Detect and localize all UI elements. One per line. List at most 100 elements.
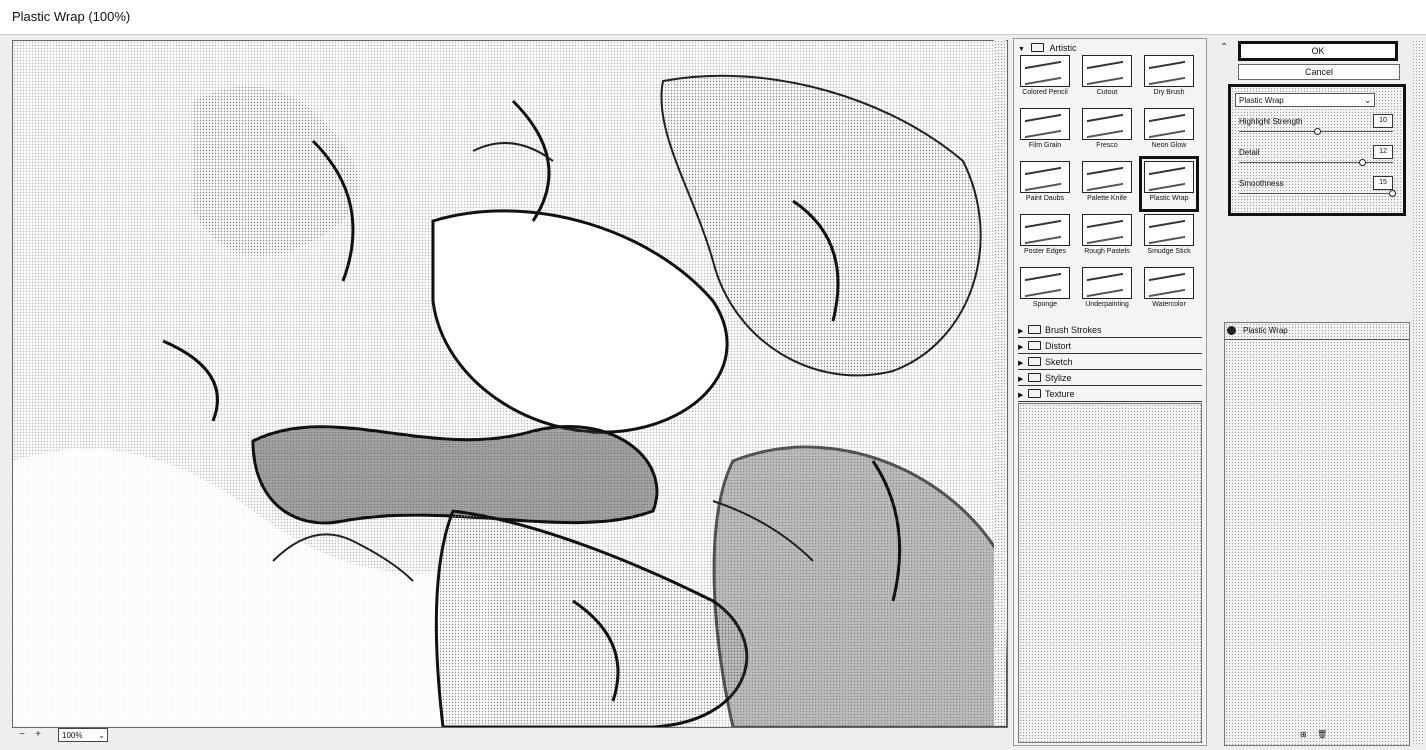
thumbnail-label: Rough Pastels	[1084, 248, 1130, 255]
param-control: Smoothness 15	[1239, 176, 1396, 209]
folder-icon	[1028, 341, 1041, 350]
category-label: Artistic	[1049, 43, 1077, 53]
thumbnail-label: Film Grain	[1028, 142, 1062, 149]
title-bar: Plastic Wrap (100%)	[0, 0, 1426, 35]
collapsed-triangle-icon: ▶	[1018, 344, 1024, 351]
thumbnail-image	[1020, 214, 1070, 246]
thumbnail-label: Poster Edges	[1023, 248, 1067, 255]
thumbnail-label: Palette Knife	[1087, 195, 1127, 202]
layers-footer: ⊞ 🗑	[1300, 730, 1327, 739]
filter-select[interactable]: Plastic Wrap ⌄	[1235, 93, 1375, 107]
category-label: Texture	[1045, 389, 1075, 399]
filter-thumbnail[interactable]: Underpainting	[1082, 267, 1132, 313]
thumbnail-label: Plastic Wrap	[1149, 195, 1189, 202]
category-row[interactable]: ▶ Distort	[1018, 339, 1202, 354]
filter-gallery: ▼ Artistic Colored Pencil Cutout Dry Brush…	[1013, 38, 1207, 746]
filter-thumbnail[interactable]: Neon Glow	[1144, 108, 1194, 154]
zoom-out-button[interactable]: −	[16, 729, 28, 741]
param-label: Detail	[1239, 148, 1260, 157]
zoom-select[interactable]: 100% ⌄	[58, 728, 108, 742]
filter-settings-panel: Plastic Wrap ⌄ Highlight Strength 10 Detai…	[1228, 84, 1406, 216]
folder-icon	[1028, 373, 1041, 382]
gallery-empty-area	[1018, 403, 1202, 743]
layer-name: Plastic Wrap	[1243, 326, 1288, 335]
effect-layer-row[interactable]: Plastic Wrap	[1225, 323, 1409, 340]
param-value-input[interactable]: 15	[1373, 176, 1393, 190]
category-artistic[interactable]: ▼ Artistic	[1018, 41, 1202, 55]
thumbnail-image	[1020, 161, 1070, 193]
category-row[interactable]: ▶ Texture	[1018, 387, 1202, 402]
collapsed-triangle-icon: ▶	[1018, 392, 1024, 399]
filter-thumbnail[interactable]: Palette Knife	[1082, 161, 1132, 207]
thumbnail-image	[1020, 55, 1070, 87]
filter-thumbnail[interactable]: Dry Brush	[1144, 55, 1194, 101]
preview-footer: − + 100% ⌄	[12, 726, 1008, 746]
thumbnail-label: Paint Daubs	[1025, 195, 1065, 202]
thumbnail-image	[1144, 214, 1194, 246]
category-row[interactable]: ▶ Stylize	[1018, 371, 1202, 386]
thumbnail-image	[1144, 267, 1194, 299]
ok-button[interactable]: OK	[1238, 41, 1398, 61]
folder-icon	[1028, 357, 1041, 366]
thumbnail-image	[1082, 214, 1132, 246]
param-value-input[interactable]: 12	[1373, 145, 1393, 159]
thumbnail-label: Cutout	[1096, 89, 1118, 96]
slider-thumb[interactable]	[1314, 128, 1321, 135]
thumbnail-label: Watercolor	[1152, 301, 1186, 308]
filter-thumbnail[interactable]: Smudge Stick	[1144, 214, 1194, 260]
collapse-gallery-icon[interactable]: ⌃	[1220, 42, 1228, 53]
zoom-in-button[interactable]: +	[32, 729, 44, 741]
filter-thumbnail[interactable]: Colored Pencil	[1020, 55, 1070, 101]
preview-image	[13, 41, 1007, 727]
param-control: Detail 12	[1239, 145, 1395, 178]
filter-thumbnail[interactable]: Rough Pastels	[1082, 214, 1132, 260]
preview-scrollbar[interactable]	[994, 40, 1006, 726]
filter-thumbnail[interactable]: Paint Daubs	[1020, 161, 1070, 207]
filter-thumbnail[interactable]: Cutout	[1082, 55, 1132, 101]
category-row[interactable]: ▶ Brush Strokes	[1018, 323, 1202, 338]
new-layer-icon[interactable]: ⊞	[1300, 730, 1307, 739]
delete-layer-icon[interactable]: 🗑	[1317, 730, 1327, 739]
filter-thumbnail[interactable]: Sponge	[1020, 267, 1070, 313]
window-title: Plastic Wrap (100%)	[12, 9, 131, 24]
thumbnail-image	[1144, 108, 1194, 140]
chevron-down-icon: ⌄	[98, 731, 105, 740]
filter-thumbnail[interactable]: Watercolor	[1144, 267, 1194, 313]
thumbnail-label: Colored Pencil	[1022, 89, 1068, 96]
collapsed-triangle-icon: ▶	[1018, 376, 1024, 383]
thumbnail-image	[1082, 55, 1132, 87]
slider-track[interactable]	[1239, 193, 1393, 194]
thumbnail-label: Underpainting	[1085, 301, 1129, 308]
thumbnail-image	[1020, 108, 1070, 140]
folder-icon	[1028, 325, 1041, 334]
collapsed-triangle-icon: ▶	[1018, 328, 1024, 335]
slider-thumb[interactable]	[1389, 190, 1396, 197]
filter-thumbnail[interactable]: Fresco	[1082, 108, 1132, 154]
param-label: Smoothness	[1239, 179, 1284, 188]
cancel-button[interactable]: Cancel	[1238, 64, 1400, 80]
thumbnail-image	[1082, 161, 1132, 193]
thumbnail-image	[1082, 108, 1132, 140]
eye-icon[interactable]	[1227, 326, 1236, 335]
thumbnail-image	[1144, 55, 1194, 87]
thumbnail-label: Smudge Stick	[1147, 248, 1191, 255]
param-value-input[interactable]: 10	[1373, 114, 1393, 128]
param-control: Highlight Strength 10	[1239, 114, 1395, 147]
filter-thumbnail[interactable]: Plastic Wrap	[1139, 156, 1199, 212]
preview-canvas[interactable]	[12, 40, 1008, 728]
thumbnail-image	[1144, 161, 1194, 193]
param-label: Highlight Strength	[1239, 117, 1303, 126]
thumbnail-label: Dry Brush	[1153, 89, 1185, 96]
folder-icon	[1028, 389, 1041, 398]
slider-thumb[interactable]	[1359, 159, 1366, 166]
chevron-down-icon: ⌄	[1364, 96, 1371, 105]
folder-icon	[1030, 43, 1044, 52]
right-scrollbar[interactable]	[1412, 40, 1424, 744]
thumbnail-image	[1082, 267, 1132, 299]
category-row[interactable]: ▶ Sketch	[1018, 355, 1202, 370]
filter-thumbnail[interactable]: Film Grain	[1020, 108, 1070, 154]
slider-track[interactable]	[1239, 162, 1393, 163]
filter-select-value: Plastic Wrap	[1239, 96, 1284, 105]
thumbnail-label: Neon Glow	[1151, 142, 1187, 149]
filter-thumbnail[interactable]: Poster Edges	[1020, 214, 1070, 260]
